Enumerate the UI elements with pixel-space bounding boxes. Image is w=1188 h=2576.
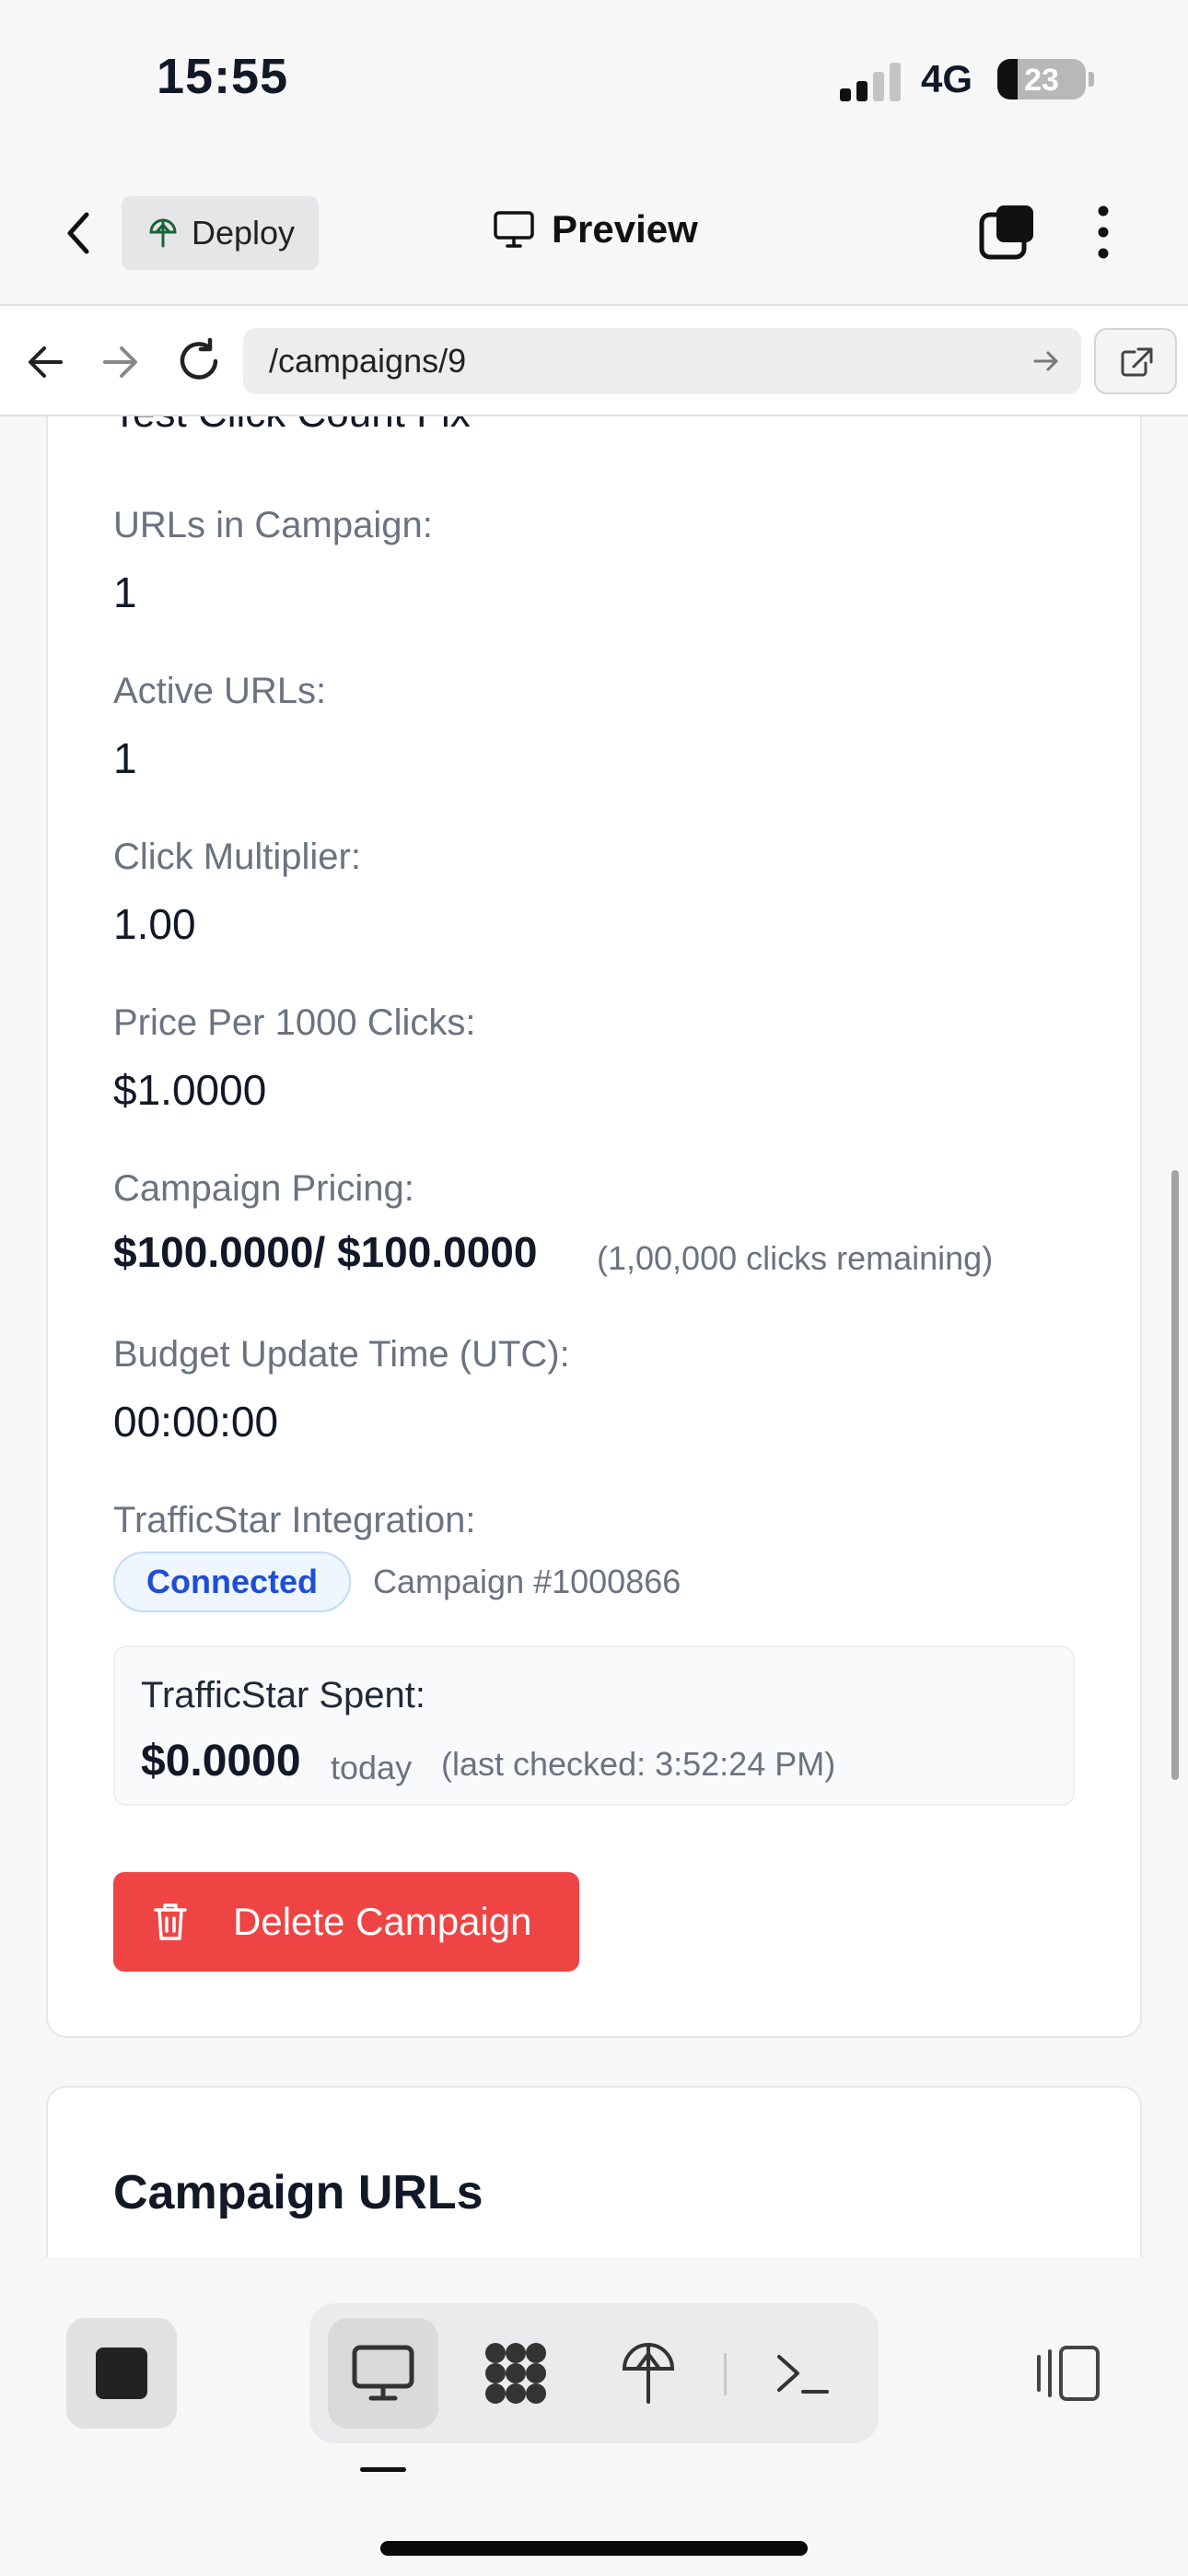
arrow-left-icon [29,346,63,378]
stop-button[interactable] [66,2318,177,2429]
page-title-label: Preview [552,207,698,251]
campaign-name: Test Click Count Fix [112,416,471,437]
active-urls-label: Active URLs: [113,671,327,711]
page-content: Test Click Count Fix URLs in Campaign: 1… [0,416,1188,2257]
status-badge: Connected [113,1551,351,1612]
battery-icon: 23 [997,59,1086,100]
tool-deploy[interactable] [593,2318,704,2429]
last-checked-time: (last checked: 3:52:24 PM) [441,1745,836,1783]
price-per-1000-value: $1.0000 [113,1066,267,1114]
trafficstar-campaign-id: Campaign #1000866 [373,1563,681,1600]
urls-in-campaign-label: URLs in Campaign: [113,505,433,545]
stop-icon [96,2348,147,2399]
click-multiplier-value: 1.00 [113,900,196,948]
browser-back-button[interactable] [24,341,66,383]
tool-switcher [309,2303,879,2443]
delete-campaign-button[interactable]: Delete Campaign [113,1872,579,1972]
address-text: /campaigns/9 [269,342,467,380]
signal-icon [840,63,904,101]
tool-divider [724,2353,727,2395]
deploy-button[interactable]: Deploy [122,196,319,270]
deploy-icon [622,2343,675,2404]
budget-update-time-value: 00:00:00 [113,1398,279,1446]
browser-url-bar: /campaigns/9 [0,306,1188,416]
battery-percent: 23 [1024,63,1059,98]
home-indicator[interactable] [380,2541,808,2556]
delete-campaign-label: Delete Campaign [233,1900,532,1943]
toggle-panel-button[interactable] [1031,2336,1105,2410]
go-arrow-icon[interactable] [1031,346,1061,376]
budget-update-time-label: Budget Update Time (UTC): [113,1334,570,1375]
panel-icon [1037,2346,1100,2401]
spent-period: today [331,1749,413,1786]
deploy-icon [149,218,177,248]
reload-icon [180,337,218,380]
external-link-icon [1121,347,1153,377]
more-menu-button[interactable] [1085,204,1122,261]
open-external-button[interactable] [1094,328,1177,394]
reload-button[interactable] [175,337,223,385]
trafficstar-integration-label: TrafficStar Integration: [113,1500,476,1540]
urls-in-campaign-value: 1 [113,568,137,616]
tool-shell[interactable] [748,2318,858,2429]
campaign-pricing-label: Campaign Pricing: [113,1168,414,1209]
campaign-pricing-value: $100.0000/ $100.0000 [113,1228,538,1276]
chevron-left-icon [67,212,89,254]
trafficstar-spent-panel: TrafficStar Spent: $0.0000 today (last c… [113,1645,1075,1806]
campaign-urls-title: Campaign URLs [113,2166,483,2219]
app-header: Deploy Preview [0,161,1188,306]
network-type: 4G [921,57,973,100]
status-time: 15:55 [157,49,289,104]
battery-tip [1089,72,1094,87]
scrollbar[interactable] [1171,1170,1179,1780]
terminal-icon [777,2355,829,2394]
spent-amount: $0.0000 [141,1737,301,1786]
active-tool-indicator [360,2467,406,2472]
bottom-toolbar [0,2257,1188,2576]
grid-apps-icon [485,2343,546,2404]
tabs-icon [979,205,1033,260]
page-title: Preview [493,207,698,252]
tool-apps[interactable] [460,2318,571,2429]
status-bar: 15:55 4G 23 [0,0,1188,161]
more-vertical-icon [1098,205,1109,259]
arrow-right-icon [103,346,137,378]
tool-preview[interactable] [328,2318,438,2429]
address-field[interactable]: /campaigns/9 [243,328,1081,394]
deploy-label: Deploy [192,214,296,252]
trash-icon [154,1903,187,1940]
browser-forward-button[interactable] [99,341,142,383]
click-multiplier-label: Click Multiplier: [113,837,361,877]
spent-label: TrafficStar Spent: [141,1675,426,1715]
desktop-icon [352,2345,414,2401]
price-per-1000-label: Price Per 1000 Clicks: [113,1002,476,1043]
tabs-button[interactable] [978,204,1035,261]
back-button[interactable] [57,207,103,259]
clicks-remaining-note: (1,00,000 clicks remaining) [597,1239,994,1277]
active-urls-value: 1 [113,734,137,782]
desktop-icon [494,211,534,248]
